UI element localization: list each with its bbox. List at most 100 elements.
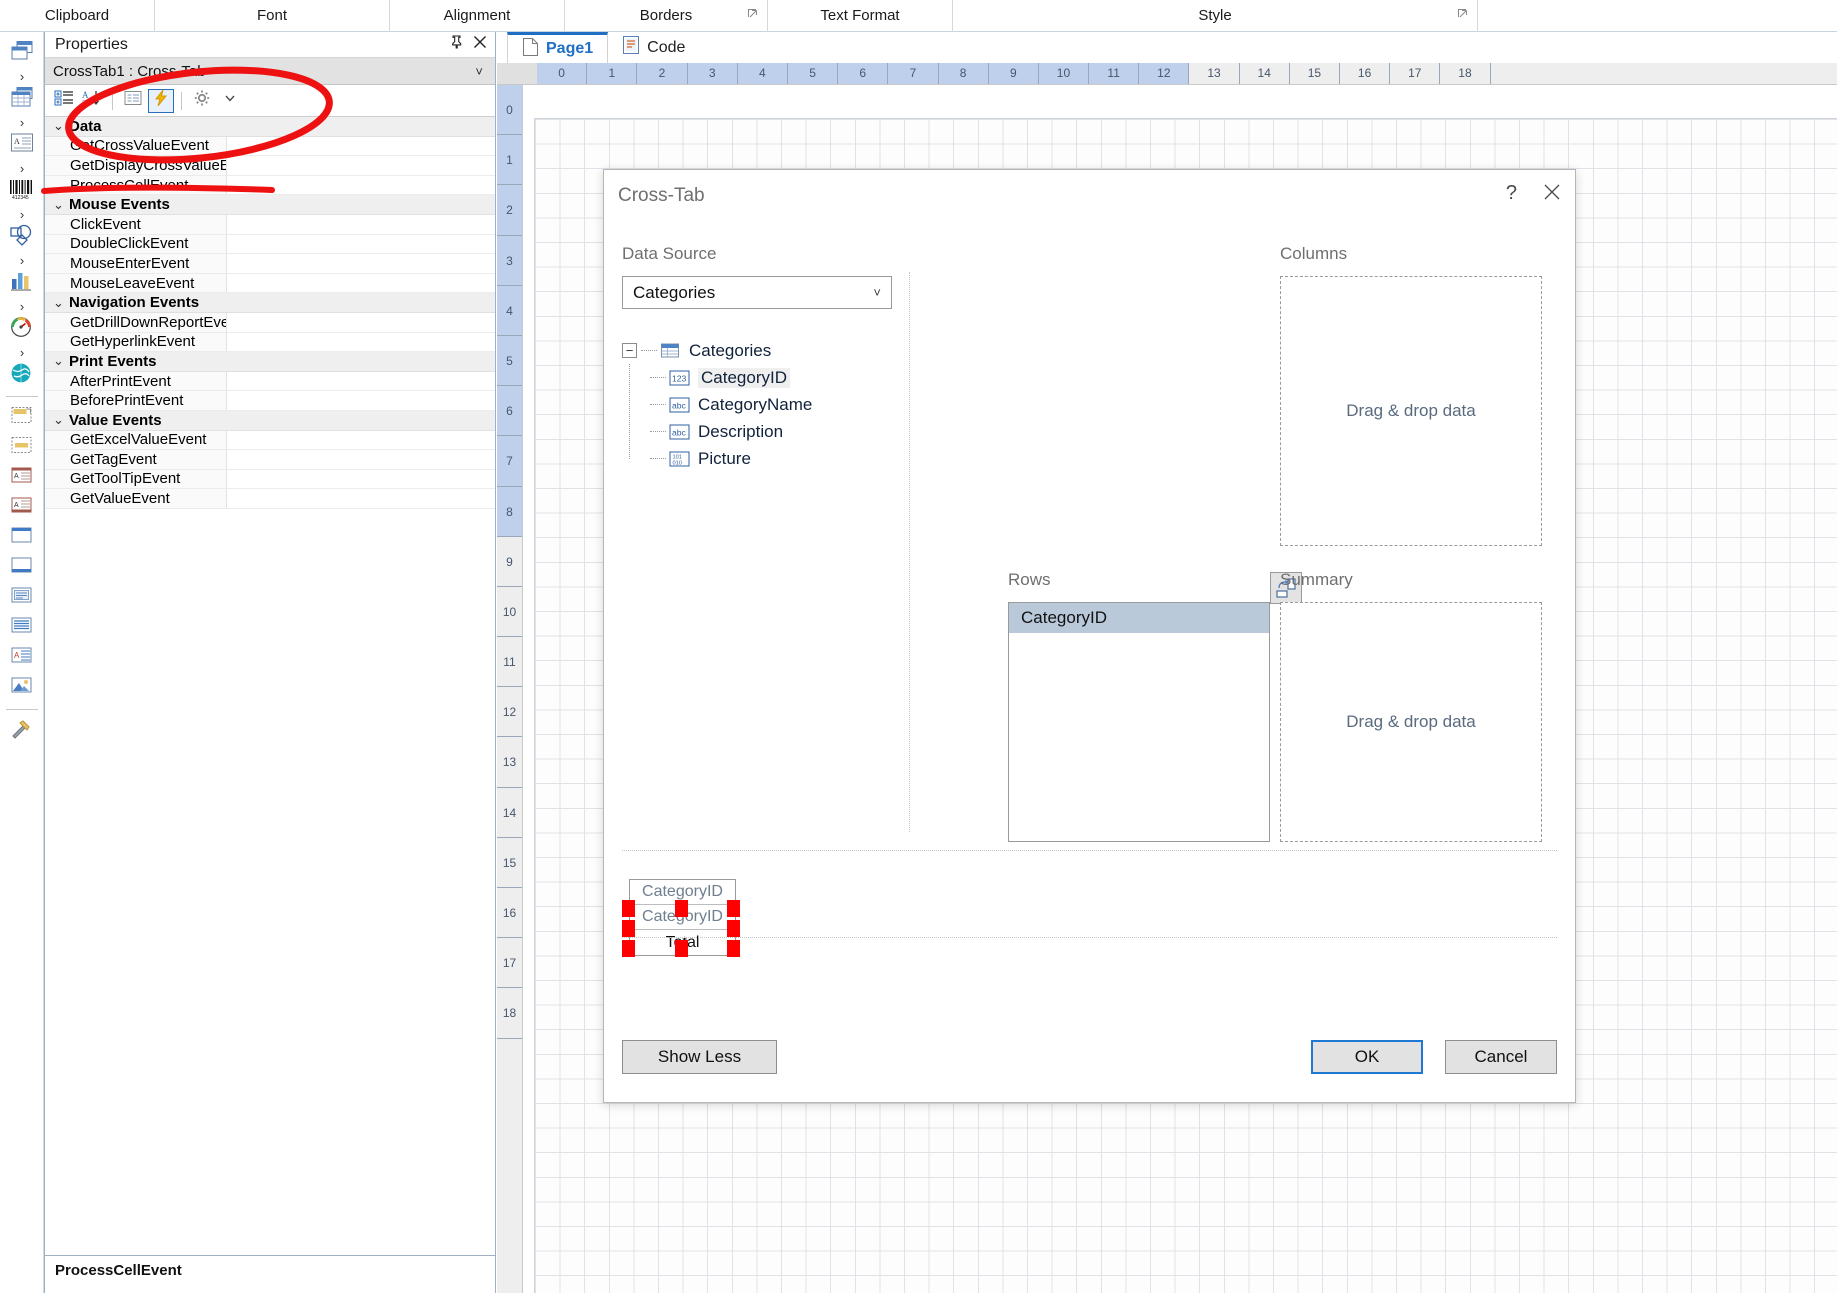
chevron-down-icon[interactable]: ⌄ xyxy=(53,295,69,311)
property-group-navigation-events[interactable]: ⌄ Navigation Events xyxy=(45,293,495,313)
question-mark-icon[interactable]: ? xyxy=(1506,182,1517,205)
resize-handle[interactable] xyxy=(622,920,635,937)
property-row[interactable]: GetHyperlinkEvent xyxy=(45,332,495,353)
chevron-right-icon[interactable]: › xyxy=(0,344,44,360)
property-group-print-events[interactable]: ⌄ Print Events xyxy=(45,352,495,372)
close-icon[interactable] xyxy=(1543,183,1561,205)
data-field-tree[interactable]: − Categories 123 CategoryID abc Category… xyxy=(622,337,909,472)
property-row[interactable]: ProcessCellEvent xyxy=(45,175,495,196)
property-value[interactable] xyxy=(227,273,495,293)
chevron-down-icon[interactable]: ⌄ xyxy=(53,118,69,134)
property-row[interactable]: AfterPrintEvent xyxy=(45,371,495,392)
property-row[interactable]: GetDisplayCrossValueEve xyxy=(45,156,495,176)
chevron-right-icon[interactable]: › xyxy=(0,160,44,176)
toolbox-group-header-band-button[interactable]: A xyxy=(0,493,44,523)
toolbox-overlay-band-button[interactable]: A xyxy=(0,643,44,673)
object-selector-combobox[interactable]: CrossTab1 : Cross-Tab ˅ xyxy=(45,58,495,85)
close-icon[interactable] xyxy=(473,35,487,53)
dialog-launcher-icon[interactable] xyxy=(747,8,759,20)
property-row[interactable]: GetExcelValueEvent xyxy=(45,430,495,451)
property-value[interactable] xyxy=(227,469,495,489)
minus-icon[interactable]: − xyxy=(622,343,637,358)
property-group-mouse-events[interactable]: ⌄ Mouse Events xyxy=(45,195,495,215)
toolbox-shapes-button[interactable] xyxy=(0,222,44,252)
chevron-down-icon[interactable]: ⌄ xyxy=(53,353,69,369)
toolbox-text-object-button[interactable]: A xyxy=(0,130,44,160)
toolbox-table-button[interactable] xyxy=(0,84,44,114)
toolbox-footer-band-button[interactable] xyxy=(0,553,44,583)
property-value[interactable] xyxy=(227,214,495,234)
resize-handle[interactable] xyxy=(622,900,635,917)
toolbox-chart-button[interactable] xyxy=(0,268,44,298)
toolbox-report-title-band-button[interactable] xyxy=(0,403,44,433)
property-value[interactable] xyxy=(227,234,495,254)
resize-handle[interactable] xyxy=(675,940,688,957)
property-value[interactable] xyxy=(227,175,495,195)
properties-button[interactable] xyxy=(120,89,146,113)
ok-button[interactable]: OK xyxy=(1311,1040,1423,1074)
chevron-right-icon[interactable]: › xyxy=(0,68,44,84)
property-value[interactable] xyxy=(227,489,495,508)
toolbox-gauge-button[interactable] xyxy=(0,314,44,344)
columns-dropzone[interactable]: Drag & drop data xyxy=(1280,276,1542,546)
toolbox-page-header-band-button[interactable] xyxy=(0,433,44,463)
tree-field-categoryname[interactable]: abc CategoryName xyxy=(650,391,909,418)
data-source-combobox[interactable]: Categories ˅ xyxy=(622,276,892,309)
property-row[interactable]: GetCrossValueEvent xyxy=(45,136,495,157)
property-group-data[interactable]: ⌄ Data xyxy=(45,117,495,137)
tree-field-categoryid[interactable]: 123 CategoryID xyxy=(650,364,909,391)
settings-dropdown[interactable] xyxy=(217,89,243,113)
tab-code[interactable]: Code xyxy=(608,32,699,63)
property-value[interactable] xyxy=(227,450,495,469)
properties-list[interactable]: ⌄ Data GetCrossValueEvent GetDisplayCrossVa… xyxy=(45,117,495,1255)
toolbox-watermark-button[interactable] xyxy=(0,673,44,703)
toolbox-tools-button[interactable] xyxy=(0,716,44,746)
toolbox-map-globe-button[interactable] xyxy=(0,360,44,390)
property-value[interactable] xyxy=(227,371,495,391)
property-row[interactable]: GetTagEvent xyxy=(45,450,495,470)
chevron-right-icon[interactable]: › xyxy=(0,114,44,130)
property-row[interactable]: DoubleClickEvent xyxy=(45,234,495,255)
cancel-button[interactable]: Cancel xyxy=(1445,1040,1557,1074)
pin-icon[interactable] xyxy=(450,35,463,53)
tree-root-node[interactable]: − Categories xyxy=(622,337,909,364)
rows-listbox[interactable]: CategoryID xyxy=(1008,602,1270,842)
resize-handle[interactable] xyxy=(727,920,740,937)
rows-list-item[interactable]: CategoryID xyxy=(1009,603,1269,633)
property-row[interactable]: GetToolTipEvent xyxy=(45,469,495,490)
property-row[interactable]: MouseEnterEvent xyxy=(45,254,495,274)
resize-handle[interactable] xyxy=(622,940,635,957)
property-value[interactable] xyxy=(227,254,495,273)
toolbox-barcode-button[interactable]: 412345 xyxy=(0,176,44,206)
resize-handle[interactable] xyxy=(727,940,740,957)
dialog-launcher-icon[interactable] xyxy=(1457,8,1469,20)
chevron-down-icon[interactable]: ⌄ xyxy=(53,197,69,213)
property-value[interactable] xyxy=(227,312,495,332)
settings-button[interactable] xyxy=(189,89,215,113)
alphabetical-sort-button[interactable]: AZ xyxy=(79,89,105,113)
property-row[interactable]: ClickEvent xyxy=(45,214,495,235)
summary-dropzone[interactable]: Drag & drop data xyxy=(1280,602,1542,842)
tree-field-picture[interactable]: 101 010 Picture xyxy=(650,445,909,472)
property-value[interactable] xyxy=(227,156,495,175)
chevron-right-icon[interactable]: › xyxy=(0,252,44,268)
tree-field-description[interactable]: abc Description xyxy=(650,418,909,445)
property-row[interactable]: BeforePrintEvent xyxy=(45,391,495,411)
property-value[interactable] xyxy=(227,136,495,156)
property-value[interactable] xyxy=(227,332,495,352)
toolbox-header-band-button[interactable] xyxy=(0,523,44,553)
events-button[interactable] xyxy=(148,88,174,113)
property-row[interactable]: GetDrillDownReportEvent xyxy=(45,312,495,333)
toolbox-data-band-button[interactable] xyxy=(0,583,44,613)
show-less-button[interactable]: Show Less xyxy=(622,1040,777,1074)
toolbox-panels-button[interactable] xyxy=(0,38,44,68)
property-value[interactable] xyxy=(227,430,495,450)
resize-handle[interactable] xyxy=(675,900,688,917)
categorized-view-button[interactable] xyxy=(51,89,77,113)
property-row[interactable]: GetValueEvent xyxy=(45,489,495,509)
resize-handle[interactable] xyxy=(727,900,740,917)
property-value[interactable] xyxy=(227,391,495,410)
chevron-right-icon[interactable]: › xyxy=(0,298,44,314)
report-canvas[interactable]: Cross-Tab ? Data Source Categories ˅ − C… xyxy=(523,85,1837,1293)
chevron-down-icon[interactable]: ⌄ xyxy=(53,412,69,428)
